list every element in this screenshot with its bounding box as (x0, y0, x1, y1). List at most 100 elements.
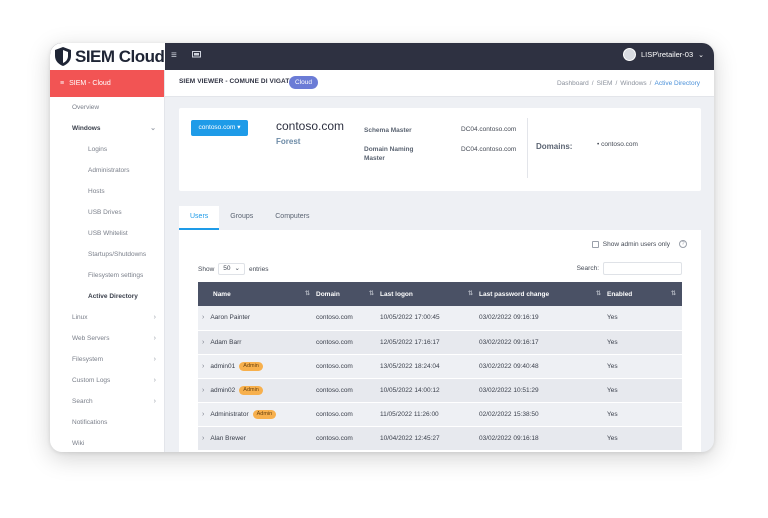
expand-row-icon[interactable]: › (198, 411, 204, 418)
column-header-last-logon[interactable]: Last logon ⇅ (380, 282, 479, 306)
show-admin-label: Show admin users only (602, 240, 670, 248)
sidebar-item-custom-logs[interactable]: Custom Logs › (50, 370, 164, 391)
chevron-down-icon: ⌄ (234, 265, 240, 272)
table-body: › Aaron Painter contoso.com 10/05/2022 17:0… (198, 306, 682, 451)
sidebar-item-administrators[interactable]: Administrators (50, 160, 164, 181)
cell-last-logon-text: 13/05/2022 18:24:04 (380, 362, 440, 370)
help-icon[interactable]: ? (679, 240, 687, 248)
sidebar-item-label: Custom Logs (72, 377, 111, 384)
sidebar-item-notifications[interactable]: Notifications (50, 412, 164, 433)
table-row[interactable]: › admin02 Admin contoso.com 10/05/2022 14:00… (198, 378, 682, 403)
sidebar-item-logins[interactable]: Logins (50, 139, 164, 160)
sidebar-item-search[interactable]: Search › (50, 391, 164, 412)
sidebar-item-filesystem-settings[interactable]: Filesystem settings (50, 265, 164, 286)
cell-enabled: Yes (607, 330, 682, 355)
cell-last-logon-text: 12/05/2022 17:16:17 (380, 338, 440, 346)
search-input[interactable] (603, 262, 682, 275)
domains-value: • contoso.com (597, 141, 638, 148)
breadcrumb-dashboard[interactable]: Dashboard (557, 80, 589, 87)
column-header-name[interactable]: Name ⇅ (198, 282, 316, 306)
sidebar-item-label: Overview (72, 104, 100, 111)
logo[interactable]: SIEM Cloud (50, 43, 165, 70)
cell-last-password-change-text: 03/02/2022 09:16:19 (479, 314, 539, 322)
cell-name: › admin02 Admin (198, 378, 316, 403)
domain-selector-button[interactable]: contoso.com ▾ (191, 120, 248, 136)
sidebar-item-hosts[interactable]: Hosts (50, 181, 164, 202)
expand-row-icon[interactable]: › (198, 363, 204, 370)
sidebar-header[interactable]: ≡ SIEM - Cloud (50, 70, 164, 97)
screen-icon[interactable] (192, 51, 201, 62)
sidebar-item-usb-whitelist[interactable]: USB Whitelist (50, 223, 164, 244)
avatar (623, 48, 637, 61)
table-row[interactable]: › admin01 Admin contoso.com 13/05/2022 18:24… (198, 354, 682, 379)
sidebar-item-active-directory[interactable]: Active Directory (50, 286, 164, 307)
cell-domain: contoso.com (316, 330, 380, 355)
schema-master-value: DC04.contoso.com (461, 126, 517, 133)
cell-last-logon: 11/05/2022 11:26:00 (380, 402, 479, 427)
cell-enabled-text: Yes (607, 386, 618, 394)
tab-computers[interactable]: Computers (264, 206, 320, 230)
sidebar-item-usb-drives[interactable]: USB Drives (50, 202, 164, 223)
breadcrumb-separator: / (615, 80, 618, 87)
domain-info-card: contoso.com ▾ contoso.com Forest Schema … (179, 108, 701, 191)
table-row[interactable]: › Administrator Admin contoso.com 11/05/2022… (198, 402, 682, 427)
cell-last-password-change: 03/02/2022 09:40:48 (479, 354, 607, 379)
table-search: Search: (577, 262, 682, 275)
cell-enabled-text: Yes (607, 314, 618, 322)
column-header-label: Name (213, 290, 231, 298)
cell-name: › Alan Brewer (198, 426, 316, 451)
cell-last-password-change: 03/02/2022 10:51:29 (479, 378, 607, 403)
column-header-enabled[interactable]: Enabled ⇅ (607, 282, 682, 306)
sidebar-item-filesystem[interactable]: Filesystem › (50, 349, 164, 370)
cell-last-logon: 10/04/2022 12:45:27 (380, 426, 479, 451)
cell-name: › Aaron Painter (198, 306, 316, 331)
tab-users[interactable]: Users (179, 206, 220, 230)
show-admin-toggle[interactable]: Show admin users only ? (591, 240, 687, 248)
column-header-label: Last password change (479, 290, 550, 298)
app-window: SIEM Cloud ≡ LISP\retailer-03 ⌄ ≡ SIEM -… (50, 43, 714, 452)
breadcrumb: Dashboard / SIEM / Windows / Active Dire… (557, 80, 700, 87)
sidebar-item-label: Startups/Shutdowns (88, 251, 147, 258)
admin-badge: Admin (239, 385, 263, 395)
sidebar-item-label: Notifications (72, 419, 108, 426)
user-menu[interactable]: LISP\retailer-03 ⌄ (623, 48, 704, 61)
hamburger-menu-icon[interactable]: ≡ (171, 51, 177, 61)
breadcrumb-separator: / (649, 80, 652, 87)
column-header-last-password-change[interactable]: Last password change ⇅ (479, 282, 607, 306)
cell-last-password-change-text: 03/02/2022 10:51:29 (479, 386, 539, 394)
sidebar-item-label: Administrators (88, 167, 130, 174)
cell-last-logon-text: 11/05/2022 11:26:00 (380, 410, 439, 418)
tab-groups[interactable]: Groups (219, 206, 264, 230)
sidebar-item-label: Search (72, 398, 93, 405)
domains-label: Domains: (536, 142, 573, 151)
sidebar-item-windows[interactable]: Windows ⌄ (50, 118, 164, 139)
sidebar-item-label: Windows (72, 125, 101, 132)
sidebar-item-web-servers[interactable]: Web Servers › (50, 328, 164, 349)
sidebar-item-linux[interactable]: Linux › (50, 307, 164, 328)
sidebar-item-wiki[interactable]: Wiki (50, 433, 164, 452)
table-row[interactable]: › Adam Barr contoso.com 12/05/2022 17:16:17… (198, 330, 682, 355)
cell-last-logon: 10/05/2022 14:00:12 (380, 378, 479, 403)
show-admin-checkbox[interactable] (591, 240, 599, 248)
cell-name: › Adam Barr (198, 330, 316, 355)
cell-last-password-change: 03/02/2022 09:16:18 (479, 426, 607, 451)
sidebar-header-label: SIEM - Cloud (69, 80, 111, 87)
table-row[interactable]: › Aaron Painter contoso.com 10/05/2022 17:0… (198, 306, 682, 331)
breadcrumb-windows[interactable]: Windows (620, 80, 646, 87)
expand-row-icon[interactable]: › (198, 387, 204, 394)
expand-row-icon[interactable]: › (198, 314, 204, 321)
column-header-domain[interactable]: Domain ⇅ (316, 282, 380, 306)
page-length-select[interactable]: 50 ⌄ (218, 263, 245, 275)
breadcrumb-siem[interactable]: SIEM (597, 80, 613, 87)
sidebar-item-overview[interactable]: Overview (50, 97, 164, 118)
sidebar-item-startups-shutdowns[interactable]: Startups/Shutdowns (50, 244, 164, 265)
cell-name: › Administrator Admin (198, 402, 316, 427)
page-title: SIEM VIEWER - COMUNE DI VIGATA (179, 78, 294, 85)
expand-row-icon[interactable]: › (198, 435, 204, 442)
cell-domain-text: contoso.com (316, 386, 353, 394)
page-length-value: 50 (223, 265, 231, 272)
table-row[interactable]: › Alan Brewer contoso.com 10/04/2022 12:45:… (198, 426, 682, 451)
username: LISP\retailer-03 (641, 50, 694, 59)
breadcrumb-active-directory: Active Directory (654, 80, 700, 87)
expand-row-icon[interactable]: › (198, 339, 204, 346)
